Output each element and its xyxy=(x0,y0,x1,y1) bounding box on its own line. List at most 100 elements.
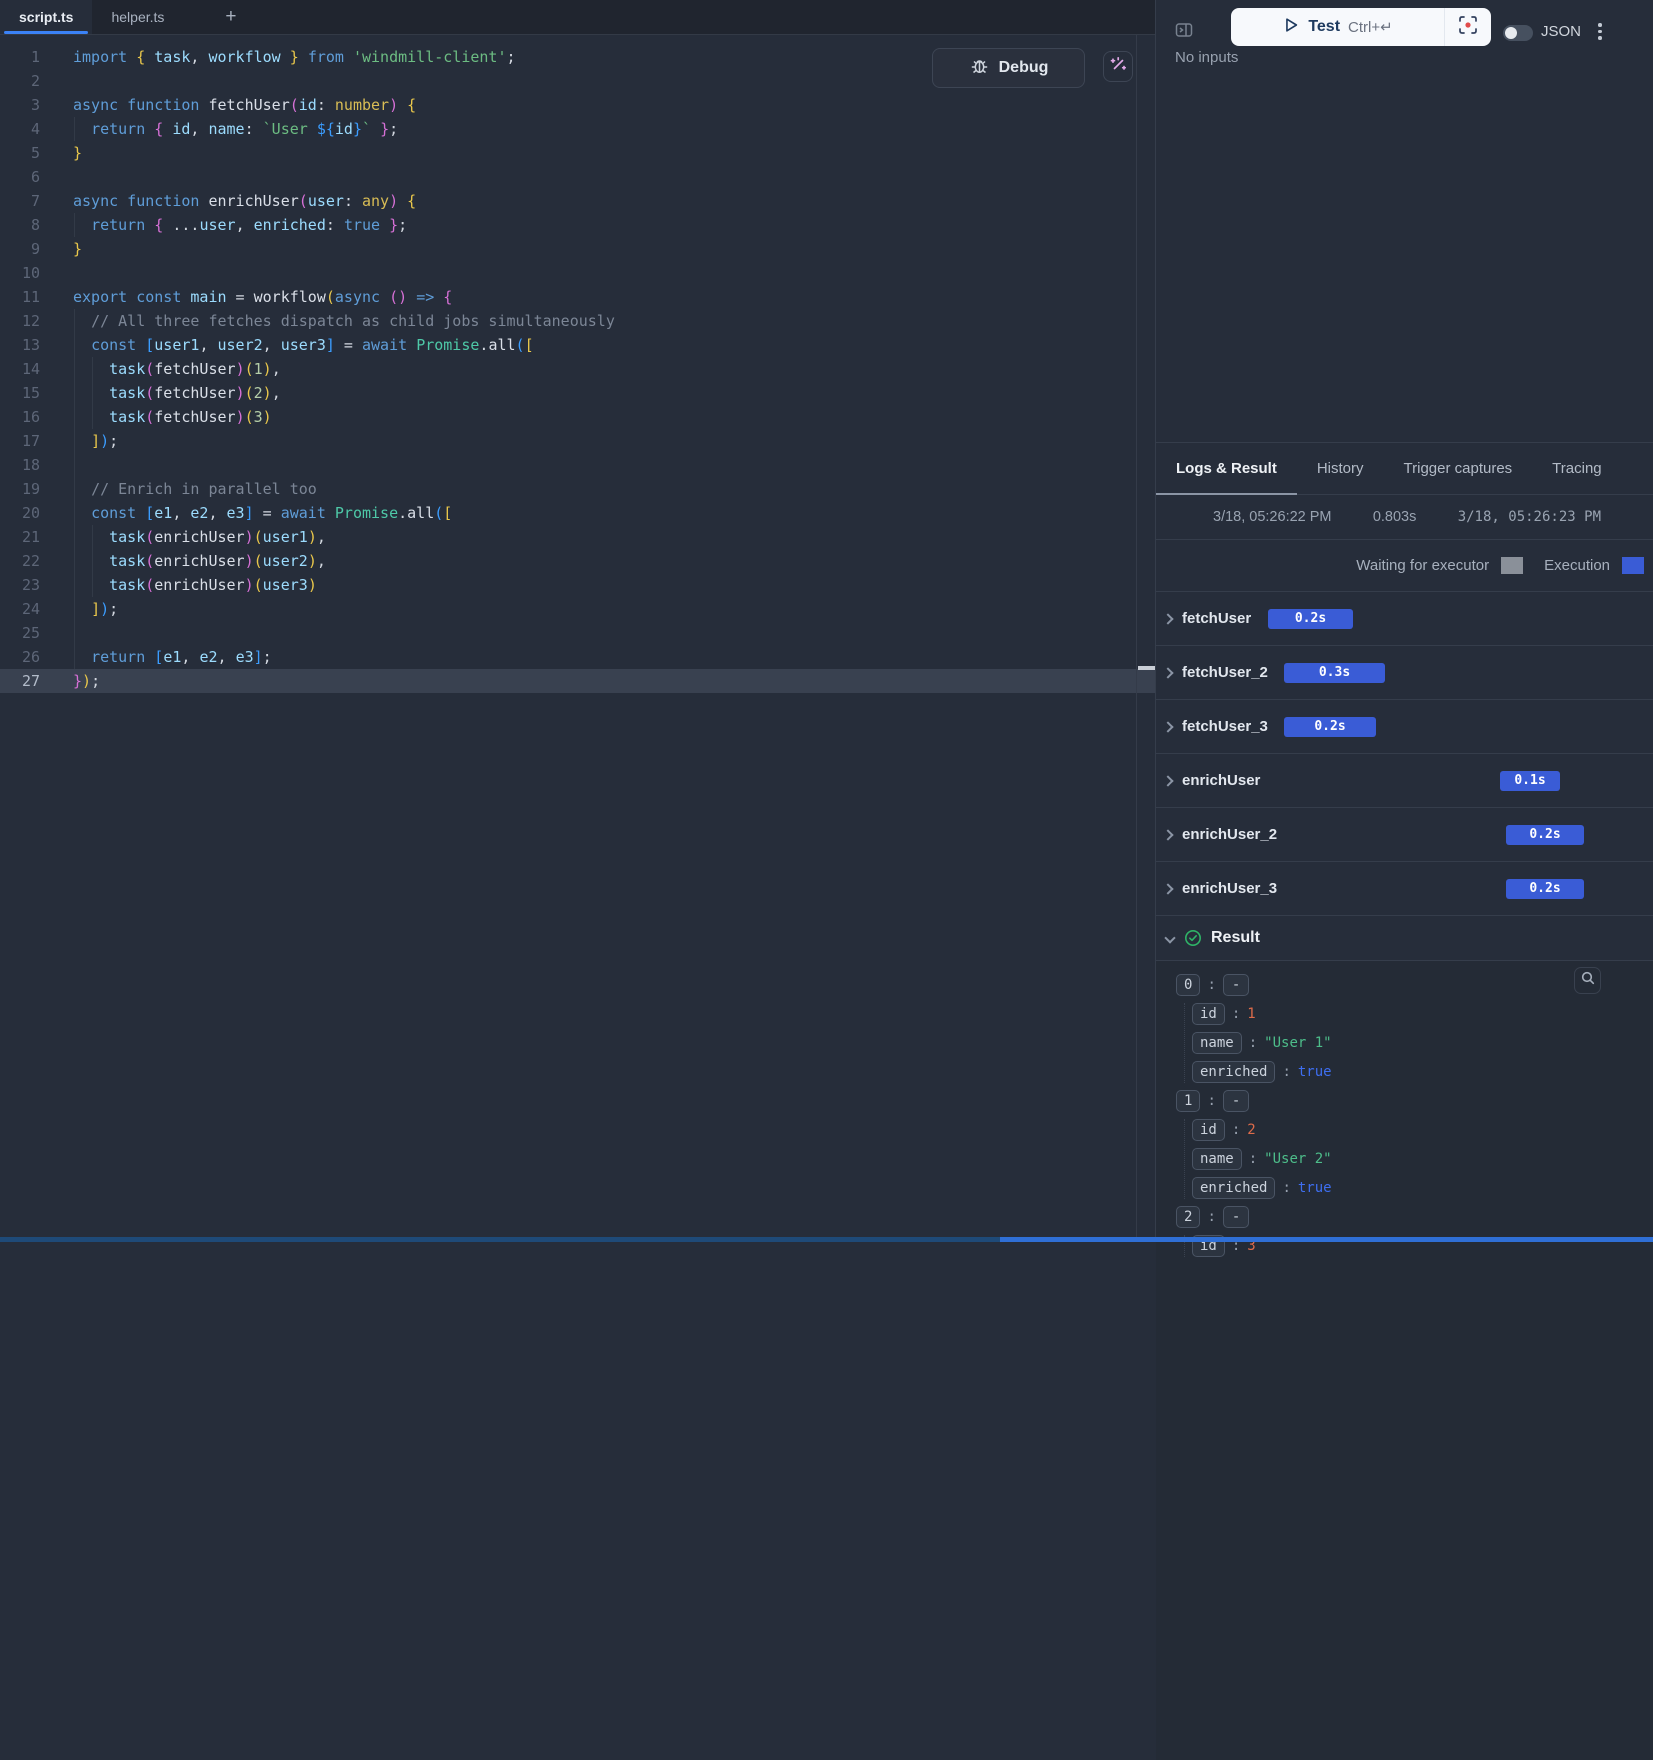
line-number: 16 xyxy=(0,405,40,429)
logs-tab-logs-result[interactable]: Logs & Result xyxy=(1156,443,1297,494)
test-button-group: Test Ctrl+↵ xyxy=(1231,8,1491,46)
logs-tab-bar: Logs & ResultHistoryTrigger capturesTrac… xyxy=(1156,443,1653,495)
json-array-index-row: 0:- xyxy=(1176,974,1634,996)
chevron-right-icon[interactable] xyxy=(1162,829,1173,840)
success-check-icon xyxy=(1184,929,1202,947)
line-number: 13 xyxy=(0,333,40,357)
code-line-11: 11export const main = workflow(async () … xyxy=(0,285,1155,309)
chevron-right-icon[interactable] xyxy=(1162,721,1173,732)
indent-guide xyxy=(74,333,75,357)
code-line-14: 14 task(fetchUser)(1), xyxy=(0,357,1155,381)
editor-scrollbar-marker[interactable] xyxy=(1138,666,1155,670)
line-number: 19 xyxy=(0,477,40,501)
line-number: 24 xyxy=(0,597,40,621)
editor-tab-script.ts[interactable]: script.ts xyxy=(0,0,92,34)
duration-bar[interactable]: 0.2s xyxy=(1506,825,1584,845)
json-toggle[interactable] xyxy=(1503,25,1533,41)
editor-tab-helper.ts[interactable]: helper.ts xyxy=(92,0,183,34)
line-number: 22 xyxy=(0,549,40,573)
bottom-accent-strip-right xyxy=(1000,1237,1653,1242)
indent-guide xyxy=(74,525,75,549)
line-number: 25 xyxy=(0,621,40,645)
collapse-toggle[interactable]: - xyxy=(1223,1090,1249,1112)
json-key: enriched xyxy=(1192,1177,1275,1199)
debug-button[interactable]: Debug xyxy=(932,48,1085,88)
indent-guide xyxy=(74,213,75,237)
code-line-17: 17 ]); xyxy=(0,429,1155,453)
duration-bar[interactable]: 0.1s xyxy=(1500,771,1560,791)
duration-bar[interactable]: 0.2s xyxy=(1506,879,1584,899)
code-line-12: 12 // All three fetches dispatch as chil… xyxy=(0,309,1155,333)
legend-color-box xyxy=(1622,557,1644,574)
indent-guide xyxy=(92,381,93,405)
more-menu-icon[interactable] xyxy=(1593,23,1607,40)
line-number: 14 xyxy=(0,357,40,381)
search-result-button[interactable] xyxy=(1574,967,1601,994)
collapse-toggle[interactable]: - xyxy=(1223,974,1249,996)
magic-wand-icon xyxy=(1109,55,1128,79)
duration-bar[interactable]: 0.2s xyxy=(1284,717,1376,737)
run-started-timestamp: 3/18, 05:26:22 PM xyxy=(1213,509,1332,525)
task-row-fetchUser_2[interactable]: fetchUser_2 0.3s xyxy=(1156,646,1653,700)
bug-icon xyxy=(969,55,990,81)
logs-tab-trigger-captures[interactable]: Trigger captures xyxy=(1384,443,1533,494)
indent-guide xyxy=(74,597,75,621)
code-line-4: 4 return { id, name: `User ${id}` }; xyxy=(0,117,1155,141)
chevron-right-icon[interactable] xyxy=(1162,667,1173,678)
task-name: fetchUser_2 xyxy=(1182,664,1268,681)
debug-label: Debug xyxy=(999,59,1049,77)
indent-guide xyxy=(74,429,75,453)
line-number: 23 xyxy=(0,573,40,597)
json-array-index-row: 2:- xyxy=(1176,1206,1634,1228)
duration-bar[interactable]: 0.3s xyxy=(1284,663,1385,683)
line-number: 5 xyxy=(0,141,40,165)
line-number: 9 xyxy=(0,237,40,261)
json-key: name xyxy=(1192,1148,1242,1170)
chevron-right-icon[interactable] xyxy=(1162,775,1173,786)
task-row-fetchUser_3[interactable]: fetchUser_30.2s xyxy=(1156,700,1653,754)
result-row[interactable]: Result xyxy=(1156,916,1653,961)
duration-bar[interactable]: 0.2s xyxy=(1268,609,1353,629)
chevron-down-icon[interactable] xyxy=(1164,932,1175,943)
code-line-21: 21 task(enrichUser)(user1), xyxy=(0,525,1155,549)
legend-label: Waiting for executor xyxy=(1356,557,1489,574)
collapse-toggle[interactable]: - xyxy=(1223,1206,1249,1228)
logs-tab-tracing[interactable]: Tracing xyxy=(1532,443,1621,494)
line-number: 12 xyxy=(0,309,40,333)
test-button[interactable]: Test Ctrl+↵ xyxy=(1231,8,1444,46)
line-number: 27 xyxy=(0,669,40,693)
legend-label: Execution xyxy=(1544,557,1610,574)
task-row-enrichUser[interactable]: enrichUser0.1s xyxy=(1156,754,1653,808)
result-json-viewer: 0:-id:1name:"User 1"enriched:true1:-id:2… xyxy=(1156,961,1653,1760)
json-field-row: enriched:true xyxy=(1192,1177,1634,1199)
collapse-panel-icon[interactable] xyxy=(1175,21,1193,44)
indent-guide xyxy=(74,477,75,501)
json-key: id xyxy=(1192,1003,1225,1025)
logs-tab-history[interactable]: History xyxy=(1297,443,1384,494)
toggle-knob xyxy=(1505,27,1517,39)
json-field-row: name:"User 2" xyxy=(1192,1148,1634,1170)
json-index: 1 xyxy=(1176,1090,1200,1112)
json-array-index-row: 1:- xyxy=(1176,1090,1634,1112)
chevron-right-icon[interactable] xyxy=(1162,613,1173,624)
code-area[interactable]: 1import { task, workflow } from 'windmil… xyxy=(0,35,1155,1237)
code-line-20: 20 const [e1, e2, e3] = await Promise.al… xyxy=(0,501,1155,525)
add-tab-button[interactable]: + xyxy=(225,0,236,34)
indent-guide xyxy=(74,453,75,477)
indent-guide xyxy=(74,501,75,525)
code-editor-pane[interactable]: 1import { task, workflow } from 'windmil… xyxy=(0,0,1155,1242)
task-row-fetchUser[interactable]: fetchUser0.2s xyxy=(1156,592,1653,646)
json-field-row: enriched:true xyxy=(1192,1061,1634,1083)
ai-wand-button[interactable] xyxy=(1103,51,1133,82)
indent-guide xyxy=(74,117,75,141)
task-row-enrichUser_3[interactable]: enrichUser_30.2s xyxy=(1156,862,1653,916)
chevron-right-icon[interactable] xyxy=(1162,883,1173,894)
json-key: id xyxy=(1192,1119,1225,1141)
capture-button[interactable] xyxy=(1445,8,1491,46)
code-line-18: 18 xyxy=(0,453,1155,477)
line-number: 4 xyxy=(0,117,40,141)
code-line-19: 19 // Enrich in parallel too xyxy=(0,477,1155,501)
json-index: 2 xyxy=(1176,1206,1200,1228)
task-row-enrichUser_2[interactable]: enrichUser_20.2s xyxy=(1156,808,1653,862)
indent-guide xyxy=(92,525,93,549)
